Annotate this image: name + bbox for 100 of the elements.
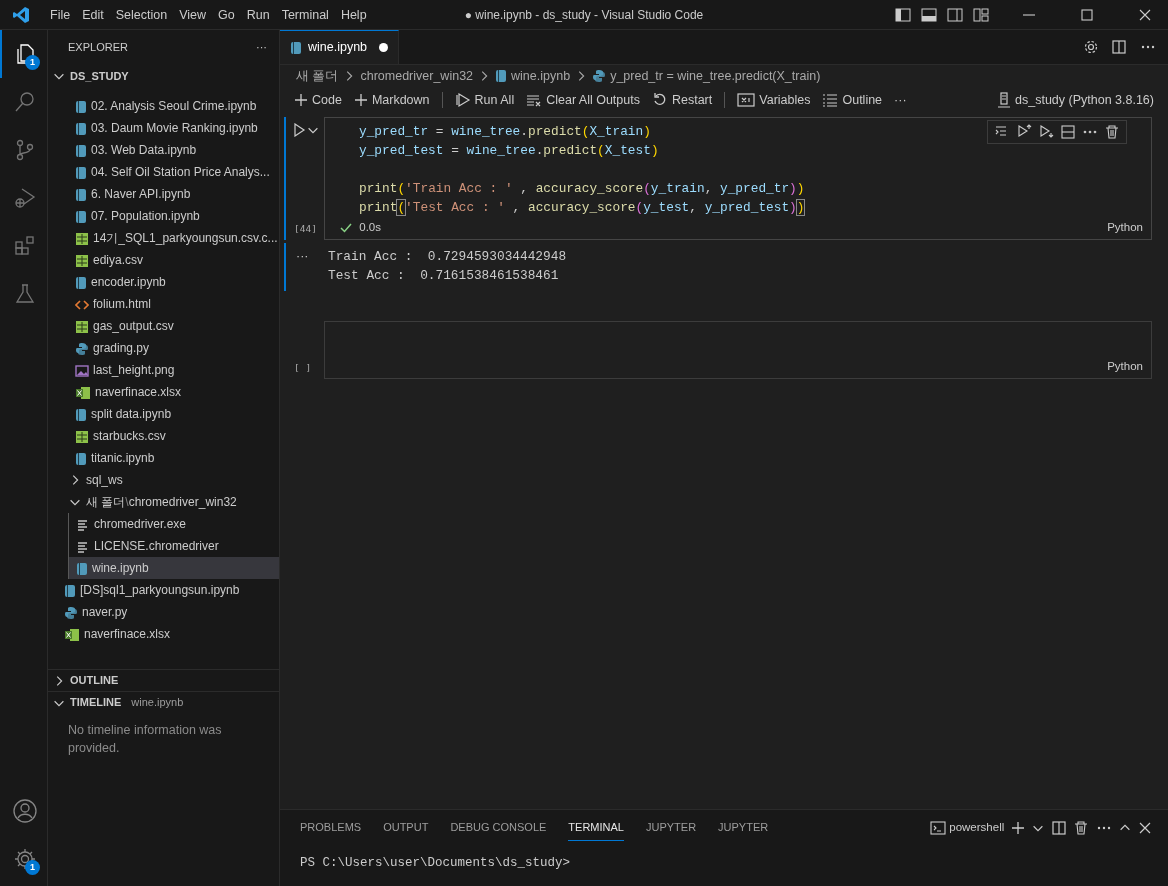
- file-tree-item[interactable]: 02. Analysis Seoul Crime.ipynb: [48, 95, 279, 117]
- file-tree-item[interactable]: 6. Naver API.ipynb: [48, 183, 279, 205]
- language-label[interactable]: Python: [1107, 358, 1143, 376]
- file-tree-item[interactable]: last_height.png: [48, 359, 279, 381]
- toggle-sidebar-icon[interactable]: [894, 5, 912, 24]
- output-more[interactable]: ···: [296, 247, 309, 266]
- section-header[interactable]: TIMELINE: [70, 694, 122, 711]
- flask-icon[interactable]: [13, 282, 37, 306]
- split-editor-icon[interactable]: [1111, 39, 1127, 55]
- language-label[interactable]: Python: [1107, 219, 1143, 237]
- delete-icon[interactable]: [1073, 820, 1090, 836]
- code-line: print('Test Acc : ' , accuracy_score(y_test, y_pred_test)): [359, 199, 805, 217]
- terminal-icon: [930, 820, 947, 836]
- file-tree-item[interactable]: 07. Population.ipynb: [48, 205, 279, 227]
- toggle-panel-icon[interactable]: [920, 5, 938, 24]
- panel-tab[interactable]: DEBUG CONSOLE: [450, 815, 547, 841]
- file-tree-item[interactable]: wine.ipynb: [69, 557, 279, 579]
- toolbar-button[interactable]: Clear All Outputs: [522, 89, 644, 111]
- file-tree-item[interactable]: titanic.ipynb: [48, 447, 279, 469]
- file-tree-item[interactable]: 03. Web Data.ipynb: [48, 139, 279, 161]
- panel-tab[interactable]: OUTPUT: [383, 815, 429, 841]
- execution-count: [44]: [294, 221, 317, 236]
- customize-layout-icon[interactable]: [972, 5, 990, 24]
- file-tree-item[interactable]: folium.html: [48, 293, 279, 315]
- breadcrumb-item[interactable]: wine.ipynb: [511, 66, 571, 86]
- menu-item[interactable]: Run: [240, 0, 276, 30]
- breadcrumb-item[interactable]: chromedriver_win32: [360, 66, 474, 86]
- code-line: y_pred_test = wine_tree.predict(X_test): [359, 142, 659, 160]
- panel-tab[interactable]: JUPYTER: [645, 815, 697, 841]
- toolbar-button[interactable]: Restart: [647, 89, 717, 111]
- file-tree-item[interactable]: LICENSE.chromedriver: [69, 535, 279, 557]
- section-subtitle: wine.ipynb: [131, 695, 184, 711]
- close-icon[interactable]: [1138, 821, 1152, 835]
- code-cell[interactable]: Python: [324, 321, 1152, 379]
- kernel-label: ds_study (Python 3.8.16): [1015, 91, 1154, 109]
- menu-item[interactable]: Terminal: [275, 0, 335, 30]
- panel-tab[interactable]: TERMINAL: [568, 815, 624, 841]
- folder-header[interactable]: DS_STUDY: [70, 67, 129, 85]
- toolbar-button[interactable]: Outline: [818, 89, 887, 111]
- panel-tab[interactable]: JUPYTER: [718, 815, 769, 841]
- file-tree-item[interactable]: naver.py: [48, 601, 279, 623]
- kernel-picker[interactable]: ds_study (Python 3.8.16): [993, 89, 1158, 111]
- sidebar-title: EXPLORER: [68, 40, 128, 56]
- split-cell-icon[interactable]: [1060, 124, 1076, 140]
- file-tree-item[interactable]: gas_output.csv: [48, 315, 279, 337]
- gear-icon[interactable]: [13, 846, 37, 871]
- breadcrumb-item[interactable]: y_pred_tr = wine_tree.predict(X_train): [610, 66, 821, 86]
- account-icon[interactable]: [12, 797, 38, 824]
- extensions-icon[interactable]: [13, 234, 37, 258]
- section-header[interactable]: OUTLINE: [70, 672, 119, 689]
- file-tree-item[interactable]: ediya.csv: [48, 249, 279, 271]
- file-tree-item[interactable]: grading.py: [48, 337, 279, 359]
- code-cell[interactable]: [324, 117, 1152, 240]
- terminal-selector[interactable]: powershell: [930, 819, 1005, 837]
- window-title: ● wine.ipynb - ds_study - Visual Studio Code: [464, 7, 704, 22]
- split-terminal-icon[interactable]: [1051, 820, 1067, 836]
- toolbar-button[interactable]: Markdown: [349, 89, 434, 111]
- file-tree-item[interactable]: sql_ws: [48, 469, 279, 491]
- file-tree-item[interactable]: [DS]sql1_parkyoungsun.ipynb: [48, 579, 279, 601]
- file-tree-item[interactable]: 04. Self Oil Station Price Analys...: [48, 161, 279, 183]
- run-debug-icon[interactable]: [13, 186, 37, 210]
- toolbar-button[interactable]: Run All: [450, 89, 519, 111]
- file-tree-item[interactable]: encoder.ipynb: [48, 271, 279, 293]
- plus-icon[interactable]: [1010, 821, 1025, 835]
- toolbar-button[interactable]: Code: [290, 89, 346, 111]
- count-badge: 1: [25, 859, 40, 875]
- app-logo-icon: [12, 5, 30, 24]
- variables-icon: [737, 90, 756, 110]
- file-tree-item[interactable]: 새 폴더\chromedriver_win32: [48, 491, 279, 513]
- file-tree-item[interactable]: 14기_SQL1_parkyoungsun.csv.c...: [48, 227, 279, 249]
- menu-item[interactable]: Go: [212, 0, 241, 30]
- menu-item[interactable]: View: [173, 0, 212, 30]
- more-actions-button[interactable]: ···: [256, 39, 267, 56]
- file-tree-item[interactable]: chromedriver.exe: [69, 513, 279, 535]
- file-tree-item[interactable]: naverfinace.xlsx: [48, 623, 279, 645]
- run-above-icon[interactable]: [1016, 124, 1032, 140]
- file-tree-item[interactable]: 03. Daum Movie Ranking.ipynb: [48, 117, 279, 139]
- toggle-secondary-sidebar-icon[interactable]: [946, 5, 964, 24]
- search-icon[interactable]: [13, 90, 37, 114]
- menu-item[interactable]: Help: [334, 0, 373, 30]
- run-cell-icon[interactable]: [292, 123, 306, 137]
- output-line: Train Acc : 0.7294593034442948: [327, 248, 568, 266]
- breadcrumb-item[interactable]: 새 폴더: [296, 66, 339, 86]
- settings-icon[interactable]: [1082, 39, 1099, 55]
- menu-item[interactable]: File: [44, 0, 77, 30]
- toolbar-button[interactable]: Variables: [733, 89, 815, 111]
- menu-item[interactable]: Edit: [76, 0, 110, 30]
- delete-icon[interactable]: [1104, 124, 1120, 140]
- execution-count: [ ]: [294, 360, 312, 375]
- toolbar-button[interactable]: ···: [890, 89, 911, 111]
- panel-tab[interactable]: PROBLEMS: [300, 815, 362, 841]
- empty-message: No timeline information was provided.: [67, 722, 223, 757]
- run-below-icon[interactable]: [1038, 124, 1054, 140]
- file-tree-item[interactable]: naverfinace.xlsx: [48, 381, 279, 403]
- run-time: 0.0s: [359, 220, 381, 236]
- menu-item[interactable]: Selection: [109, 0, 174, 30]
- file-tree-item[interactable]: starbucks.csv: [48, 425, 279, 447]
- file-tree-item[interactable]: split data.ipynb: [48, 403, 279, 425]
- output-line: Test Acc : 0.7161538461538461: [327, 267, 560, 285]
- editor-tab[interactable]: wine.ipynb: [280, 30, 400, 64]
